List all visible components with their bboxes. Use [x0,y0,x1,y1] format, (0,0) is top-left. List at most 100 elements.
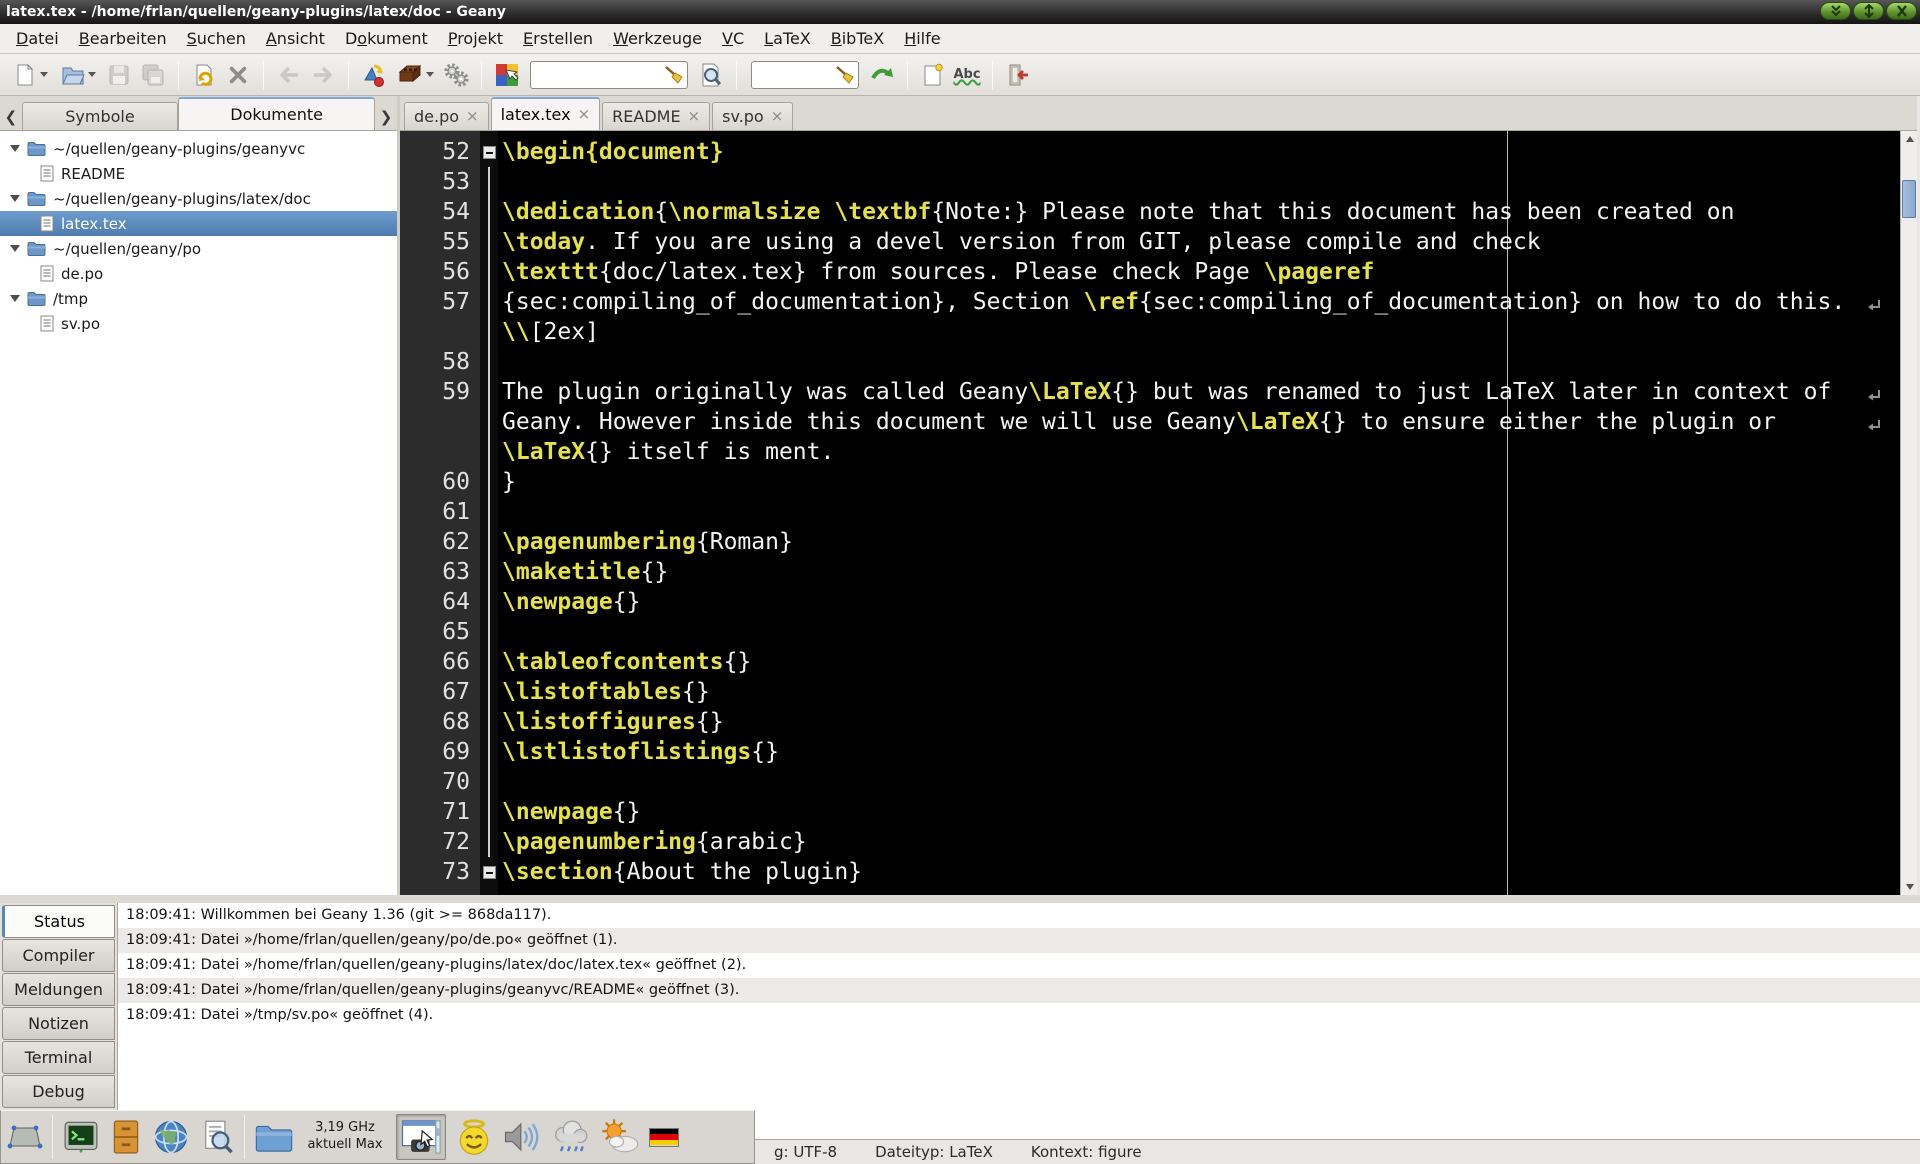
editor-tab-sv.po[interactable]: sv.po× [712,102,793,130]
tree-item-README[interactable]: README [0,161,397,186]
tabs-scroll-right-button[interactable]: ❯ [375,103,397,130]
editor-tab-latex.tex[interactable]: latex.tex× [491,97,601,130]
code-line-73[interactable]: 73\section{About the plugin} [400,857,1917,887]
menu-hilfe[interactable]: Hilfe [894,25,950,52]
fold-box-icon[interactable] [483,146,496,159]
volume-applet[interactable] [502,1119,542,1155]
code-line-60[interactable]: 60} [400,467,1917,497]
menu-ansicht[interactable]: Ansicht [256,25,335,52]
menu-projekt[interactable]: Projekt [438,25,513,52]
tabs-scroll-left-button[interactable]: ❮ [0,103,22,130]
editor-scrollbar[interactable] [1900,131,1917,895]
screenshot-tool-button[interactable] [396,1114,446,1160]
expander-icon[interactable] [10,195,20,202]
code-line-70[interactable]: 70 [400,767,1917,797]
code-line-54[interactable]: 54\dedication{\normalsize \textbf{Note:}… [400,197,1917,227]
close-tab-icon[interactable]: × [771,109,784,124]
tree-item--quellen-geany-po[interactable]: ~/quellen/geany/po [0,236,397,261]
weather-sun-applet[interactable] [600,1118,640,1156]
bottom-tab-notizen[interactable]: Notizen [2,1007,115,1040]
code-line-68[interactable]: 68\listoffigures{} [400,707,1917,737]
mood-applet[interactable] [455,1118,493,1156]
spellcheck-button[interactable]: Abc [952,60,982,90]
bottom-tab-compiler[interactable]: Compiler [2,939,115,972]
open-file-button[interactable] [56,60,100,90]
nav-forward-button[interactable] [308,60,338,90]
code-line-67[interactable]: 67\listoftables{} [400,677,1917,707]
close-tab-icon[interactable]: × [578,107,591,122]
tree-item-de.po[interactable]: de.po [0,261,397,286]
maximize-button[interactable] [1853,2,1884,20]
menu-erstellen[interactable]: Erstellen [513,25,603,52]
save-all-button[interactable] [138,60,168,90]
menu-suchen[interactable]: Suchen [177,25,256,52]
code-line-53[interactable]: 53 [400,167,1917,197]
minimize-button[interactable] [1820,2,1851,20]
expander-icon[interactable] [10,295,20,302]
find-button[interactable] [696,60,726,90]
code-line-72[interactable]: 72\pagenumbering{arabic} [400,827,1917,857]
menu-bearbeiten[interactable]: Bearbeiten [69,25,177,52]
code-line-61[interactable]: 61 [400,497,1917,527]
new-from-template-button[interactable] [918,60,948,90]
scroll-down-button[interactable] [1901,879,1917,895]
code-line-64[interactable]: 64\newpage{} [400,587,1917,617]
keyboard-layout-flag-de[interactable] [649,1128,679,1147]
document-search-launcher[interactable] [199,1118,235,1156]
code-editor[interactable]: 52\begin{document}5354\dedication{\norma… [400,131,1917,895]
code-line-62[interactable]: 62\pagenumbering{Roman} [400,527,1917,557]
menu-vc[interactable]: VC [712,25,754,52]
bottom-tab-status[interactable]: Status [2,905,115,938]
file-cabinet-launcher[interactable] [109,1118,143,1156]
code-line-wrap[interactable]: Geany. However inside this document we w… [400,407,1917,437]
bottom-tab-debug[interactable]: Debug [2,1075,115,1108]
menu-bibtex[interactable]: BibTeX [821,25,894,52]
goto-line-button[interactable] [867,60,897,90]
expander-icon[interactable] [10,245,20,252]
terminal-launcher[interactable] [62,1120,100,1154]
color-chooser-button[interactable] [492,60,522,90]
menu-werkzeuge[interactable]: Werkzeuge [603,25,712,52]
close-tab-icon[interactable]: × [688,109,701,124]
scroll-up-button[interactable] [1901,131,1917,147]
code-line-58[interactable]: 58 [400,347,1917,377]
close-file-button[interactable] [223,60,253,90]
file-manager-launcher[interactable] [254,1120,294,1154]
clear-broom-icon[interactable] [835,65,855,85]
build-button[interactable] [393,60,437,90]
close-button[interactable] [1886,2,1917,20]
code-line-65[interactable]: 65 [400,617,1917,647]
code-line-55[interactable]: 55\today. If you are using a devel versi… [400,227,1917,257]
menu-latex[interactable]: LaTeX [754,25,821,52]
tab-symbole[interactable]: Symbole [22,102,178,130]
scrollbar-thumb[interactable] [1902,180,1916,218]
code-line-56[interactable]: 56\texttt{doc/latex.tex} from sources. P… [400,257,1917,287]
bottom-tab-meldungen[interactable]: Meldungen [2,973,115,1006]
menu-dokument[interactable]: Dokument [335,25,438,52]
status-message[interactable]: 18:09:41: Datei »/home/frlan/quellen/gea… [118,928,1920,953]
revert-button[interactable] [189,60,219,90]
code-line-wrap[interactable]: \\[2ex] [400,317,1917,347]
menu-datei[interactable]: Datei [6,25,69,52]
tree-item--quellen-geany-plugins-geanyvc[interactable]: ~/quellen/geany-plugins/geanyvc [0,136,397,161]
editor-tab-README[interactable]: README× [602,102,710,130]
close-tab-icon[interactable]: × [466,109,479,124]
execute-button[interactable] [441,60,471,90]
code-line-52[interactable]: 52\begin{document} [400,137,1917,167]
horizontal-splitter[interactable] [0,895,1920,903]
quit-button[interactable] [1003,60,1033,90]
expander-icon[interactable] [10,145,20,152]
tree-item-latex.tex[interactable]: latex.tex [0,211,397,236]
editor-tab-de.po[interactable]: de.po× [404,102,489,130]
code-line-69[interactable]: 69\lstlistoflistings{} [400,737,1917,767]
fold-box-icon[interactable] [483,866,496,879]
clear-broom-icon[interactable] [664,65,684,85]
code-line-71[interactable]: 71\newpage{} [400,797,1917,827]
status-message[interactable]: 18:09:41: Datei »/home/frlan/quellen/gea… [118,953,1920,978]
code-line-59[interactable]: 59The plugin originally was called Geany… [400,377,1917,407]
status-message[interactable]: 18:09:41: Willkommen bei Geany 1.36 (git… [118,903,1920,928]
nav-back-button[interactable] [274,60,304,90]
status-message[interactable]: 18:09:41: Datei »/tmp/sv.po« geöffnet (4… [118,1003,1920,1028]
save-button[interactable] [104,60,134,90]
compile-button[interactable] [359,60,389,90]
